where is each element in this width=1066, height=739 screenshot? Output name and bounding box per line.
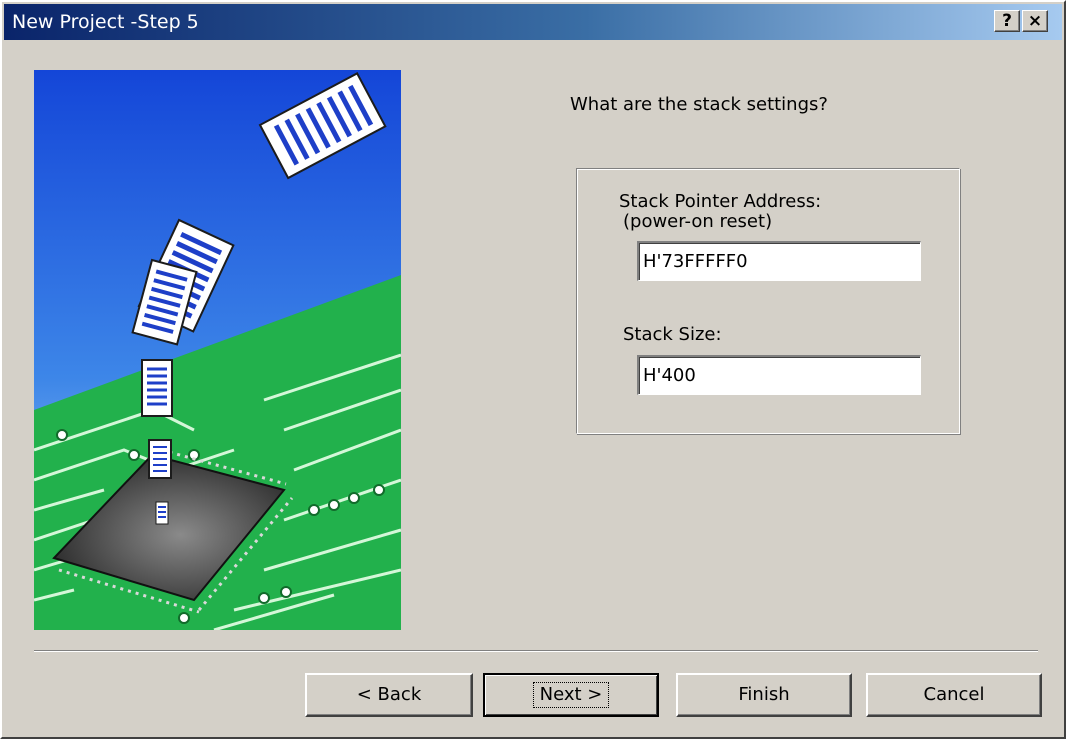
cancel-button[interactable]: Cancel [866,673,1042,717]
stack-settings-group: Stack Pointer Address: (power-on reset) … [576,168,960,434]
wizard-illustration [34,70,401,630]
title-bar[interactable]: New Project -Step 5 ? × [4,4,1062,40]
next-button[interactable]: Next > [483,673,659,717]
stack-size-input[interactable] [637,355,921,395]
back-button[interactable]: < Back [305,673,473,717]
stack-pointer-sublabel: (power-on reset) [623,211,773,232]
help-icon[interactable]: ? [994,10,1020,32]
stack-size-label: Stack Size: [623,324,722,345]
stack-pointer-label: Stack Pointer Address: [619,191,822,212]
separator-highlight [34,651,1038,652]
next-button-label: Next > [532,682,610,708]
stack-pointer-address-input[interactable] [637,241,921,281]
close-icon[interactable]: × [1022,10,1048,32]
window-title: New Project -Step 5 [12,11,199,33]
question-text: What are the stack settings? [570,94,828,115]
finish-button[interactable]: Finish [676,673,852,717]
